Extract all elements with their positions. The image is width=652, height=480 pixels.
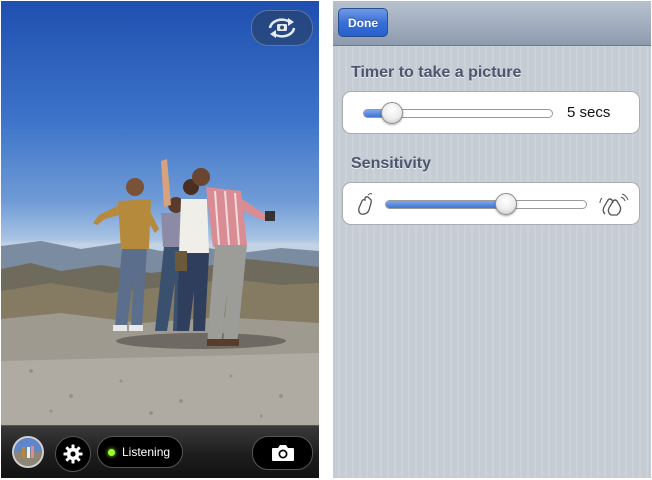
timer-group: 5 secs [342,91,640,134]
timer-value: 5 secs [567,104,611,121]
sensitivity-group [342,182,640,225]
camera-screen: Listening [1,1,319,478]
timer-slider-thumb[interactable] [380,102,403,124]
timer-section-title: Timer to take a picture [351,64,522,81]
sensitivity-slider-thumb[interactable] [495,193,518,215]
camera-flip-button[interactable] [251,10,313,46]
settings-button[interactable] [55,436,91,472]
done-button[interactable]: Done [338,8,388,37]
photo-thumbnail-image [14,438,42,466]
camera-preview-photo [1,159,319,425]
camera-flip-icon [268,18,296,38]
settings-screen: Done Timer to take a picture 5 secs Sens… [333,1,651,478]
sensitivity-slider-track[interactable] [385,200,587,209]
gear-icon [63,444,83,464]
camera-toolbar: Listening [1,425,319,478]
camera-icon [271,445,294,461]
shutter-button[interactable] [252,436,313,470]
single-clap-hand-icon [358,193,373,215]
sensitivity-section-title: Sensitivity [351,155,432,172]
screen-divider [320,0,332,480]
listening-label: Listening [122,445,171,459]
photo-thumbnail[interactable] [12,436,44,468]
loud-clap-hands-icon [599,193,629,216]
navigation-bar: Done [333,1,651,46]
sensitivity-slider-fill [386,201,508,208]
listening-indicator-icon [108,448,115,456]
listening-status[interactable]: Listening [97,436,183,468]
